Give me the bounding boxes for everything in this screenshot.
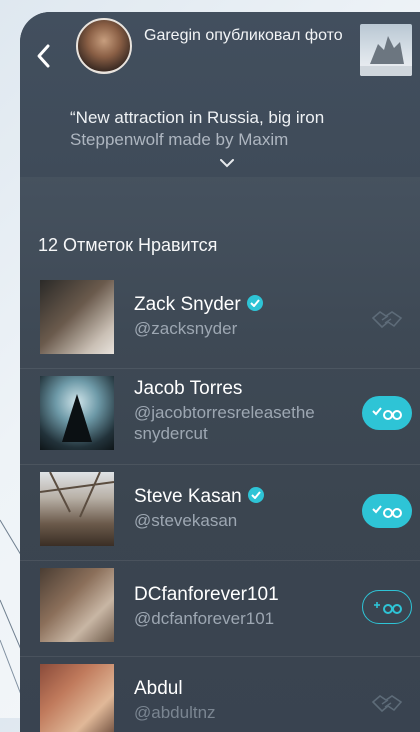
verified-badge-icon bbox=[247, 486, 264, 503]
user-handle: @stevekasan bbox=[134, 511, 238, 530]
like-hands-button[interactable] bbox=[362, 302, 412, 336]
like-hands-button[interactable] bbox=[362, 686, 412, 720]
likes-title: 12 Отметок Нравится bbox=[38, 235, 218, 255]
post-header: Garegin опубликовал фото “New attraction… bbox=[20, 12, 420, 177]
avatar bbox=[40, 568, 114, 642]
user-handle: @jacobtorresreleasethe snydercut bbox=[134, 403, 315, 443]
username: Zack Snyder bbox=[134, 294, 263, 316]
user-handle: @zacksnyder bbox=[134, 319, 238, 338]
avatar[interactable] bbox=[76, 18, 132, 74]
list-item[interactable]: Abdul @abdultnz bbox=[20, 656, 420, 732]
likes-screen: Garegin опубликовал фото “New attraction… bbox=[20, 12, 420, 732]
user-handle: @abdultnz bbox=[134, 703, 216, 722]
username: Jacob Torres bbox=[134, 378, 243, 399]
follow-button[interactable] bbox=[362, 590, 412, 624]
username: DCfanforever101 bbox=[134, 584, 279, 605]
username: Steve Kasan bbox=[134, 486, 264, 508]
check-binoculars-icon bbox=[372, 505, 402, 518]
list-item[interactable]: Jacob Torres @jacobtorresreleasethe snyd… bbox=[20, 368, 420, 465]
user-handle: @dcfanforever101 bbox=[134, 609, 275, 628]
notification-text: Garegin опубликовал фото bbox=[144, 27, 343, 44]
avatar bbox=[40, 472, 114, 546]
check-binoculars-icon bbox=[372, 407, 402, 420]
avatar bbox=[40, 376, 114, 450]
statue-image bbox=[360, 36, 412, 76]
following-button[interactable] bbox=[362, 396, 412, 430]
list-item[interactable]: Steve Kasan @stevekasan bbox=[20, 464, 420, 561]
following-button[interactable] bbox=[362, 494, 412, 528]
post-caption[interactable]: “New attraction in Russia, big iron Step… bbox=[70, 107, 400, 151]
handshake-icon bbox=[371, 694, 403, 713]
avatar bbox=[40, 280, 114, 354]
list-item[interactable]: Zack Snyder @zacksnyder bbox=[20, 272, 420, 369]
chevron-down-icon bbox=[220, 159, 234, 168]
list-item[interactable]: DCfanforever101 @dcfanforever101 bbox=[20, 560, 420, 657]
avatar bbox=[40, 664, 114, 732]
plus-binoculars-icon bbox=[374, 602, 402, 614]
verified-badge-icon bbox=[246, 294, 263, 311]
username: Abdul bbox=[134, 678, 183, 699]
expand-caption-button[interactable] bbox=[220, 155, 234, 173]
handshake-icon bbox=[371, 310, 403, 329]
post-thumbnail[interactable] bbox=[360, 24, 412, 76]
chevron-left-icon bbox=[37, 44, 50, 68]
back-button[interactable] bbox=[34, 42, 60, 72]
